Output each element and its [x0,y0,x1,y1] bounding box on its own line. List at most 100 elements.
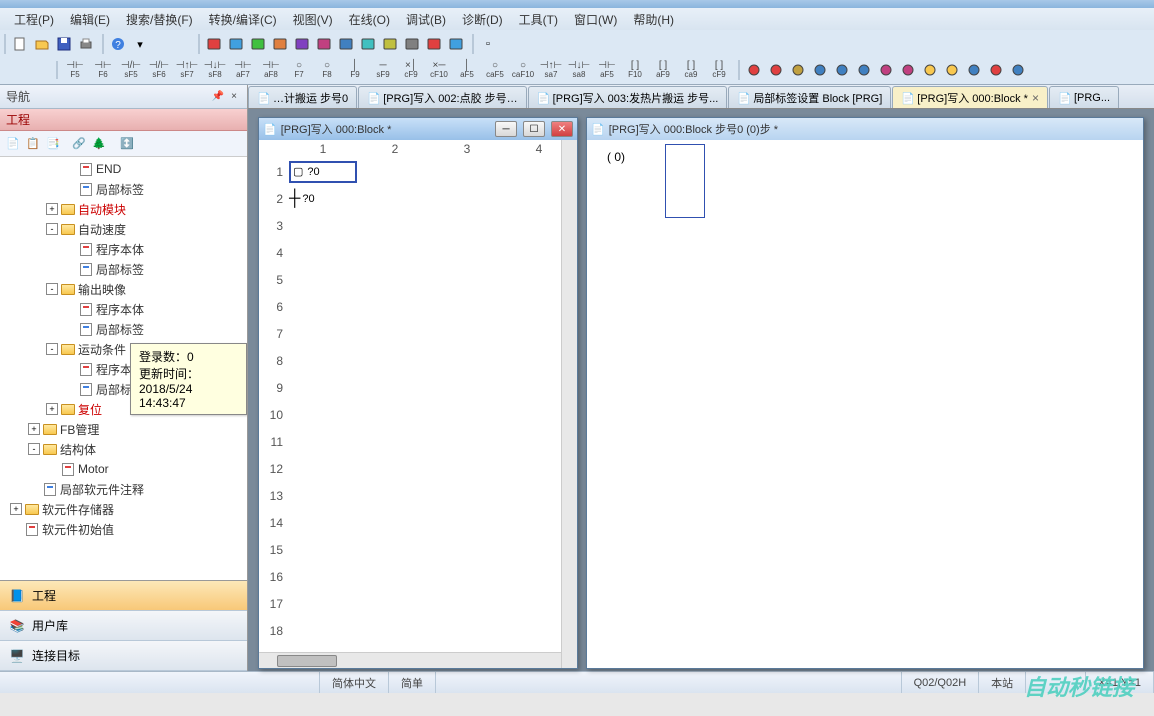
mdi-window-step[interactable]: 📄 [PRG]写入 000:Block 步号0 (0)步 * ( 0) [586,117,1144,669]
open-icon[interactable] [32,34,52,54]
grid-row[interactable]: 9 [259,374,577,401]
mdi-body[interactable]: 1 2 3 4 1▢?02┼ ?034567891011121314151617… [259,140,577,668]
dev-tool-9-icon[interactable] [402,34,422,54]
ladder-btn-5[interactable]: ⊣↓⊢sF8 [202,61,228,79]
dev-tool-5-icon[interactable] [314,34,334,54]
sidebar-item-connection[interactable]: 🖥️ 连接目标 [0,641,247,671]
misc-tool-7-icon[interactable] [898,60,918,80]
tree-label[interactable]: 自动速度 [78,221,126,238]
ladder-btn-9[interactable]: ○F8 [314,61,340,79]
ladder-btn-19[interactable]: ⊣⊢aF5 [594,61,620,79]
grid-row[interactable]: 17 [259,590,577,617]
sb-new-icon[interactable]: 📄 [4,135,22,153]
tree-node[interactable]: 局部标签 [0,319,247,339]
tab[interactable]: 📄局部标签设置 Block [PRG] [728,86,891,108]
tree-node[interactable]: + 软元件存储器 [0,499,247,519]
grid-cell[interactable] [287,322,359,346]
grid-cell[interactable] [287,403,359,427]
grid-row[interactable]: 15 [259,536,577,563]
tab[interactable]: 📄[PRG]写入 002:点胶 步号… [358,86,526,108]
ladder-btn-2[interactable]: ⊣/⊢sF5 [118,61,144,79]
grid-row[interactable]: 12 [259,455,577,482]
tree-label[interactable]: 程序本 [96,361,132,378]
ladder-btn-18[interactable]: ⊣↓⊢sa8 [566,61,592,79]
grid-row[interactable]: 2┼ ?0 [259,185,577,212]
misc-tool-2-icon[interactable] [788,60,808,80]
tree-node[interactable]: - 自动速度 [0,219,247,239]
ladder-btn-12[interactable]: ×│cF9 [398,61,424,79]
scrollbar-h[interactable] [259,652,561,668]
print-icon[interactable] [76,34,96,54]
tree-label[interactable]: 局部标签 [96,181,144,198]
new-icon[interactable] [10,34,30,54]
ladder-btn-22[interactable]: [ ]ca9 [678,61,704,79]
tool-extra-icon[interactable]: ▫ [478,34,498,54]
ladder-btn-8[interactable]: ○F7 [286,61,312,79]
help-icon[interactable]: ? [108,34,128,54]
menu-diag[interactable]: 诊断(D) [456,9,509,30]
sb-sort-icon[interactable]: ↕️ [118,135,136,153]
ladder-btn-17[interactable]: ⊣↑⊢sa7 [538,61,564,79]
ladder-btn-13[interactable]: ×─cF10 [426,61,452,79]
ladder-btn-23[interactable]: [ ]cF9 [706,61,732,79]
dev-tool-7-icon[interactable] [358,34,378,54]
tree-node[interactable]: 软元件初始值 [0,519,247,539]
grid-cell[interactable]: ┼ ?0 [287,187,359,211]
misc-tool-5-icon[interactable] [854,60,874,80]
tree-node[interactable]: +FB管理 [0,419,247,439]
dev-tool-6-icon[interactable] [336,34,356,54]
mdi-body[interactable]: ( 0) [587,140,1143,668]
tree-label[interactable]: 软元件存储器 [42,501,114,518]
tree-toggle[interactable]: + [10,503,22,515]
misc-tool-0-icon[interactable] [744,60,764,80]
tab-close-icon[interactable]: × [1032,91,1039,105]
tree-node[interactable]: 局部标签 [0,179,247,199]
tree-toggle[interactable]: + [46,203,58,215]
misc-tool-8-icon[interactable] [920,60,940,80]
ladder-btn-7[interactable]: ⊣⊢aF8 [258,61,284,79]
close-icon[interactable]: × [227,90,241,104]
ladder-btn-16[interactable]: ○caF10 [510,61,536,79]
tree-label[interactable]: 程序本体 [96,301,144,318]
dev-tool-11-icon[interactable] [446,34,466,54]
tree-label[interactable]: 自动模块 [78,201,126,218]
tree-label[interactable]: 局部标签 [96,261,144,278]
mdi-titlebar[interactable]: 📄 [PRG]写入 000:Block 步号0 (0)步 * [587,118,1143,140]
grid-cell[interactable] [287,241,359,265]
ladder-btn-6[interactable]: ⊣⊢aF7 [230,61,256,79]
grid-row[interactable]: 1▢?0 [259,158,577,185]
tree-toggle[interactable]: - [46,223,58,235]
grid-cell[interactable] [287,619,359,643]
dev-tool-3-icon[interactable] [270,34,290,54]
misc-tool-11-icon[interactable] [986,60,1006,80]
menu-window[interactable]: 窗口(W) [568,9,623,30]
tree-label[interactable]: 运动条件 [78,341,126,358]
grid-cell[interactable]: ▢?0 [287,160,359,184]
grid-cell[interactable] [287,430,359,454]
dev-tool-4-icon[interactable] [292,34,312,54]
pin-icon[interactable]: 📌 [211,90,225,104]
sidebar-item-userlib[interactable]: 📚 用户库 [0,611,247,641]
tree-node[interactable]: 局部软元件注释 [0,479,247,499]
sb-tree-icon[interactable]: 🌲 [90,135,108,153]
tree-toggle[interactable]: - [46,283,58,295]
grid-cell[interactable] [287,565,359,589]
menu-tools[interactable]: 工具(T) [513,9,564,30]
tab[interactable]: 📄…计搬运 步号0 [248,86,357,108]
grid-row[interactable]: 18 [259,617,577,644]
sb-copy-icon[interactable]: 📋 [24,135,42,153]
tree-node[interactable]: 程序本体 [0,299,247,319]
tree-node[interactable]: 程序本体 [0,239,247,259]
misc-tool-4-icon[interactable] [832,60,852,80]
mdi-titlebar[interactable]: 📄 [PRG]写入 000:Block * ─ ☐ ✕ [259,118,577,140]
ladder-btn-1[interactable]: ⊣⊢F6 [90,61,116,79]
tree-label[interactable]: 复位 [78,401,102,418]
mdi-window-block[interactable]: 📄 [PRG]写入 000:Block * ─ ☐ ✕ 1 2 3 4 [258,117,578,669]
ladder-btn-3[interactable]: ⊣/⊢sF6 [146,61,172,79]
sb-prop-icon[interactable]: 📑 [44,135,62,153]
tree-label[interactable]: 程序本体 [96,241,144,258]
grid-row[interactable]: 16 [259,563,577,590]
grid-cell[interactable] [287,484,359,508]
tree-label[interactable]: Motor [78,462,109,476]
dev-tool-10-icon[interactable] [424,34,444,54]
